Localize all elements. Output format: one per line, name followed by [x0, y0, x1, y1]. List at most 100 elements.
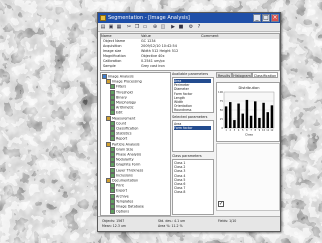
tree-item-label: Templates — [116, 199, 134, 204]
selected-parameters-label: Selected parameters — [172, 115, 208, 119]
print-icon[interactable]: ▦ — [116, 24, 122, 30]
title-bar: Segmentation - [Image Analysis] _ □ × — [98, 13, 280, 23]
tab-classification[interactable]: Classification — [252, 72, 278, 78]
x-tick-label: 3 — [234, 129, 236, 132]
table-row[interactable]: Sample Grey cast iron — [101, 64, 279, 69]
tree-item-label: Edit — [116, 110, 123, 115]
y-tick-label: 50 — [220, 108, 224, 112]
row-value: Grey cast iron — [141, 64, 165, 68]
chart-bar — [233, 120, 236, 128]
paste-icon[interactable]: ▭ — [142, 24, 148, 30]
app-icon — [100, 15, 106, 21]
help-icon[interactable]: ? — [196, 24, 202, 30]
function-tree: Image Analysis Image Processing Filters Thr… — [100, 72, 171, 216]
available-parameters-label: Available parameters — [172, 72, 209, 76]
tab-results[interactable]: Results — [216, 72, 232, 78]
tree-item-label: Export — [116, 188, 128, 193]
tree-item-label: Documentation — [112, 178, 139, 183]
cut-icon[interactable]: ✂ — [126, 24, 132, 30]
chart-bar — [258, 117, 261, 128]
x-tick-label: 5 — [242, 129, 244, 132]
available-parameters-list: Area Perimeter Diameter Form factor Length Wi… — [172, 77, 214, 113]
tree-item-label: Graphite Form — [116, 162, 141, 167]
stop-icon[interactable]: ■ — [178, 24, 184, 30]
tree-item-label: Statistics — [116, 131, 132, 136]
properties-table: Name Value Comment Object Name GC 1234 A… — [100, 33, 280, 71]
chart-bar — [224, 106, 228, 128]
tree-item-label: Count — [116, 121, 127, 126]
open-icon[interactable]: ▤ — [100, 24, 106, 30]
status-label: Objects: — [102, 219, 117, 223]
chart-bar — [266, 112, 269, 128]
tree-item-label: Threshold — [116, 90, 133, 95]
available-parameter-item[interactable]: Roundness — [174, 108, 211, 112]
status-item: Area %: 11.2 % — [158, 224, 183, 228]
maximize-button[interactable]: □ — [262, 14, 270, 22]
save-icon[interactable]: ▣ — [108, 24, 114, 30]
chart-bar — [237, 103, 240, 128]
tree-item-label: Filters — [116, 84, 127, 89]
run-icon[interactable]: ▶ — [170, 24, 176, 30]
tree-item-label: Inclusions — [116, 173, 133, 178]
status-item: Mean: 12.3 um — [102, 224, 126, 228]
tree-item-label: Binary — [116, 95, 127, 100]
close-button[interactable]: × — [271, 14, 279, 22]
tab-histogram[interactable]: Histogram — [232, 72, 252, 78]
chart-details-area — [216, 143, 280, 211]
y-tick-label: 100 — [218, 90, 223, 94]
tree-item[interactable]: Options — [110, 209, 130, 215]
x-tick-label: 1 — [225, 129, 227, 132]
status-bar: Objects: 1567 Mean: 12.3 um Std. dev.: 4.1… — [98, 216, 280, 231]
x-tick-label: 9 — [259, 129, 261, 132]
bar-chart: Distribution02550751001 2 3 4 5 6 7 8 9 10 11 12Cla… — [218, 86, 275, 137]
status-value: 1/10 — [229, 219, 237, 223]
option-checkbox[interactable]: ✓ — [218, 201, 224, 207]
selected-parameter-item[interactable]: Form factor — [174, 126, 211, 131]
status-value: 11.2 % — [171, 224, 183, 228]
tree-item-label: Print — [116, 183, 124, 188]
tree-item-label: Image Processing — [112, 79, 142, 84]
toolbar: ▤ ▣ ▦ ✂ ❐ ▭ ⊕ ◫ ▶ ■ ⚙ ? — [98, 23, 280, 32]
tree-item-label: Classification — [116, 126, 139, 131]
chart-title: Distribution — [239, 86, 260, 90]
x-tick-label: 2 — [229, 129, 231, 132]
chart-bar — [249, 115, 253, 128]
chart-container: Distribution 0 25 50 75 100 1 2 3 4 5 6 7 8 9 10 11 12 Cla… — [216, 82, 280, 142]
window-title: Segmentation - [Image Analysis] — [108, 15, 190, 21]
status-label: Area %: — [158, 224, 172, 228]
tree-item-label: Archive — [116, 194, 129, 199]
tree-item-label: Nodularity — [116, 157, 134, 162]
tree-item-label: Particle Analysis — [112, 142, 140, 147]
status-value: 4.1 um — [174, 219, 186, 223]
tree-item-label: Image Analysis — [108, 74, 134, 79]
zoom-icon[interactable]: ⊕ — [152, 24, 158, 30]
status-value: 12.3 um — [112, 224, 127, 228]
status-label: Fields: — [218, 219, 230, 223]
status-item: Std. dev.: 4.1 um — [158, 219, 185, 223]
class-parameter-item[interactable]: Class 8 — [174, 190, 211, 194]
settings-icon[interactable]: ⚙ — [188, 24, 194, 30]
tree-item-label: Phase Analysis — [116, 152, 142, 157]
y-tick-label: 25 — [220, 117, 224, 121]
x-axis-label: Class — [245, 133, 253, 137]
tree-item-label: Image Database — [116, 204, 144, 209]
status-item: Fields: 1/10 — [218, 219, 236, 223]
application-window: Segmentation - [Image Analysis] _ □ × ▤ … — [97, 12, 281, 232]
x-tick-label: 4 — [238, 129, 240, 132]
tree-item-label: Layer Thickness — [116, 168, 144, 173]
chart-bar — [245, 99, 249, 128]
chart-bar — [270, 105, 274, 128]
tree-item-label: Morphology — [116, 100, 136, 105]
status-label: Std. dev.: — [158, 219, 175, 223]
y-tick-label: 75 — [220, 99, 224, 103]
minimize-button[interactable]: _ — [253, 14, 261, 22]
measure-icon[interactable]: ◫ — [160, 24, 166, 30]
chart-bar — [229, 102, 232, 128]
parameter-lists: Available parameters Area Perimeter Diamet… — [172, 72, 214, 215]
x-tick-label: 11 — [266, 129, 270, 132]
folder-icon — [110, 209, 115, 215]
tree-item-label: Options — [116, 209, 130, 214]
status-value: 1567 — [116, 219, 125, 223]
copy-icon[interactable]: ❐ — [134, 24, 140, 30]
y-tick-label: 0 — [221, 126, 223, 130]
